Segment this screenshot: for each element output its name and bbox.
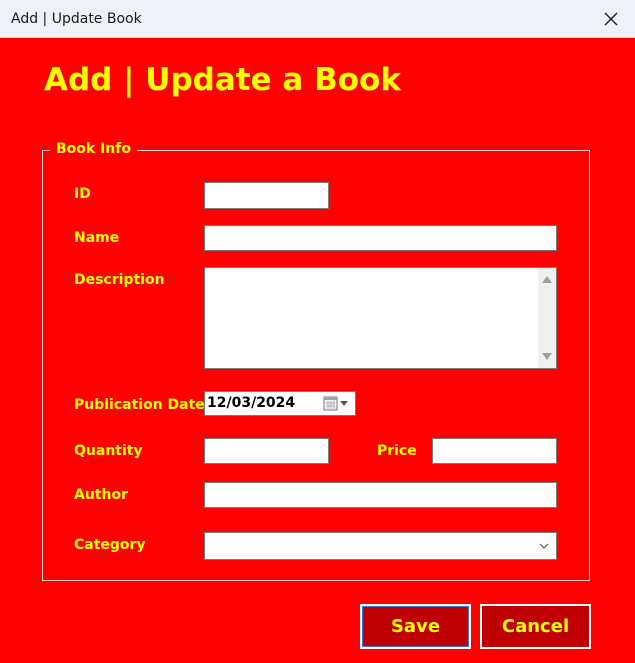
category-combobox[interactable] [204,532,557,560]
page-title: Add | Update a Book [44,62,401,98]
close-button[interactable] [596,5,626,33]
groupbox-legend: Book Info [50,141,137,157]
name-field[interactable] [204,225,557,251]
quantity-label: Quantity [74,443,143,459]
category-label: Category [74,537,146,553]
scroll-up-icon[interactable] [542,276,552,283]
calendar-icon [323,396,348,411]
id-label: ID [74,186,91,202]
save-button[interactable]: Save [360,604,471,649]
window-title: Add | Update Book [11,11,142,27]
publication-date-label: Publication Date [74,397,205,413]
author-field[interactable] [204,482,557,508]
close-icon [604,12,618,26]
title-bar: Add | Update Book [0,0,635,38]
price-field[interactable] [432,438,557,464]
chevron-down-icon [539,543,549,549]
description-textbox [204,267,557,369]
scroll-down-icon[interactable] [542,353,552,360]
publication-date-picker[interactable]: 12/03/2024 [204,391,356,416]
description-field[interactable] [205,268,537,368]
quantity-field[interactable] [204,438,329,464]
publication-date-value[interactable]: 12/03/2024 [207,395,295,411]
description-scrollbar[interactable] [538,268,556,368]
author-label: Author [74,487,128,503]
name-label: Name [74,230,120,246]
cancel-button[interactable]: Cancel [480,604,591,649]
description-label: Description [74,272,165,288]
price-label: Price [377,443,417,459]
id-field[interactable] [204,182,329,209]
calendar-dropdown-button[interactable] [323,395,355,412]
